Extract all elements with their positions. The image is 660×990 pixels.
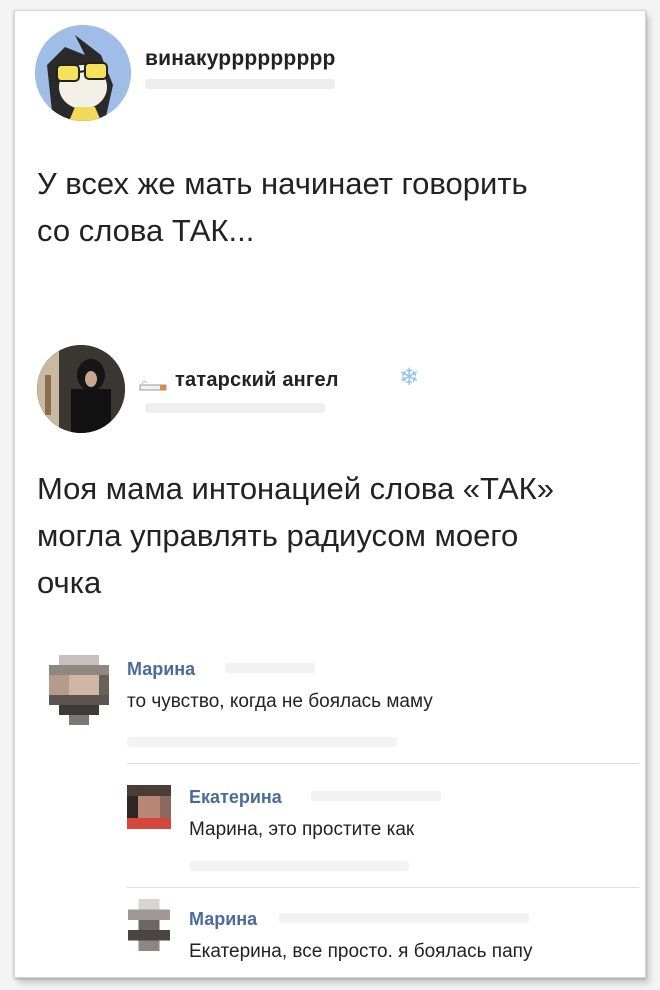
post2-text-line-2: могла управлять радиусом моего [37, 518, 519, 554]
reply-divider-1 [127, 763, 639, 764]
comment-1-meta-placeholder [225, 663, 315, 673]
post2-username[interactable]: татарский ангел [175, 369, 339, 392]
reply-divider-2 [127, 887, 639, 888]
snowflake-icon: ❄ [399, 364, 420, 391]
post1-text-line-1: У всех же мать начинает говорить [37, 166, 528, 201]
post2-meta-placeholder [145, 403, 325, 413]
post2-text-line-3: очка [37, 565, 102, 601]
reply-1-text: Марина, это простите как [189, 819, 415, 840]
post2-text: Моя мама интонацией слова «ТАК» могла уп… [37, 465, 554, 606]
reply-1-author[interactable]: Екатерина [189, 787, 282, 808]
comment-1-actions-placeholder [127, 737, 397, 747]
avatar-cat-with-sunglasses[interactable] [35, 25, 131, 121]
reply-2-author[interactable]: Марина [189, 909, 257, 930]
avatar-photo-girl[interactable] [37, 345, 125, 433]
post2-text-line-1: Моя мама интонацией слова «ТАК» [37, 471, 554, 506]
cat-avatar-icon [35, 25, 131, 121]
post1-username[interactable]: винакуррррррррр [145, 47, 336, 71]
person-photo-icon [37, 345, 125, 433]
comment-1-author[interactable]: Марина [127, 659, 195, 680]
post1-text-line-2: со слова ТАК... [37, 212, 255, 248]
reply-2-text: Екатерина, все просто. я боялась папу [189, 941, 533, 962]
reply-avatar-pixelated[interactable] [127, 899, 171, 951]
comment-1-text: то чувство, когда не боялась маму [127, 691, 433, 712]
post1-text: У всех же мать начинает говорить со слов… [37, 161, 528, 254]
screenshot-card: винакуррррррррр У всех же мать начинает … [14, 10, 646, 978]
cigarette-icon [138, 379, 172, 391]
reply-1-meta-placeholder [311, 791, 441, 801]
comment-avatar-pixelated[interactable] [49, 655, 109, 725]
reply-2-meta-placeholder [279, 913, 529, 923]
post1-meta-placeholder [145, 79, 335, 89]
reply-1-actions-placeholder [189, 861, 409, 871]
reply-avatar-pixelated[interactable] [127, 783, 171, 829]
